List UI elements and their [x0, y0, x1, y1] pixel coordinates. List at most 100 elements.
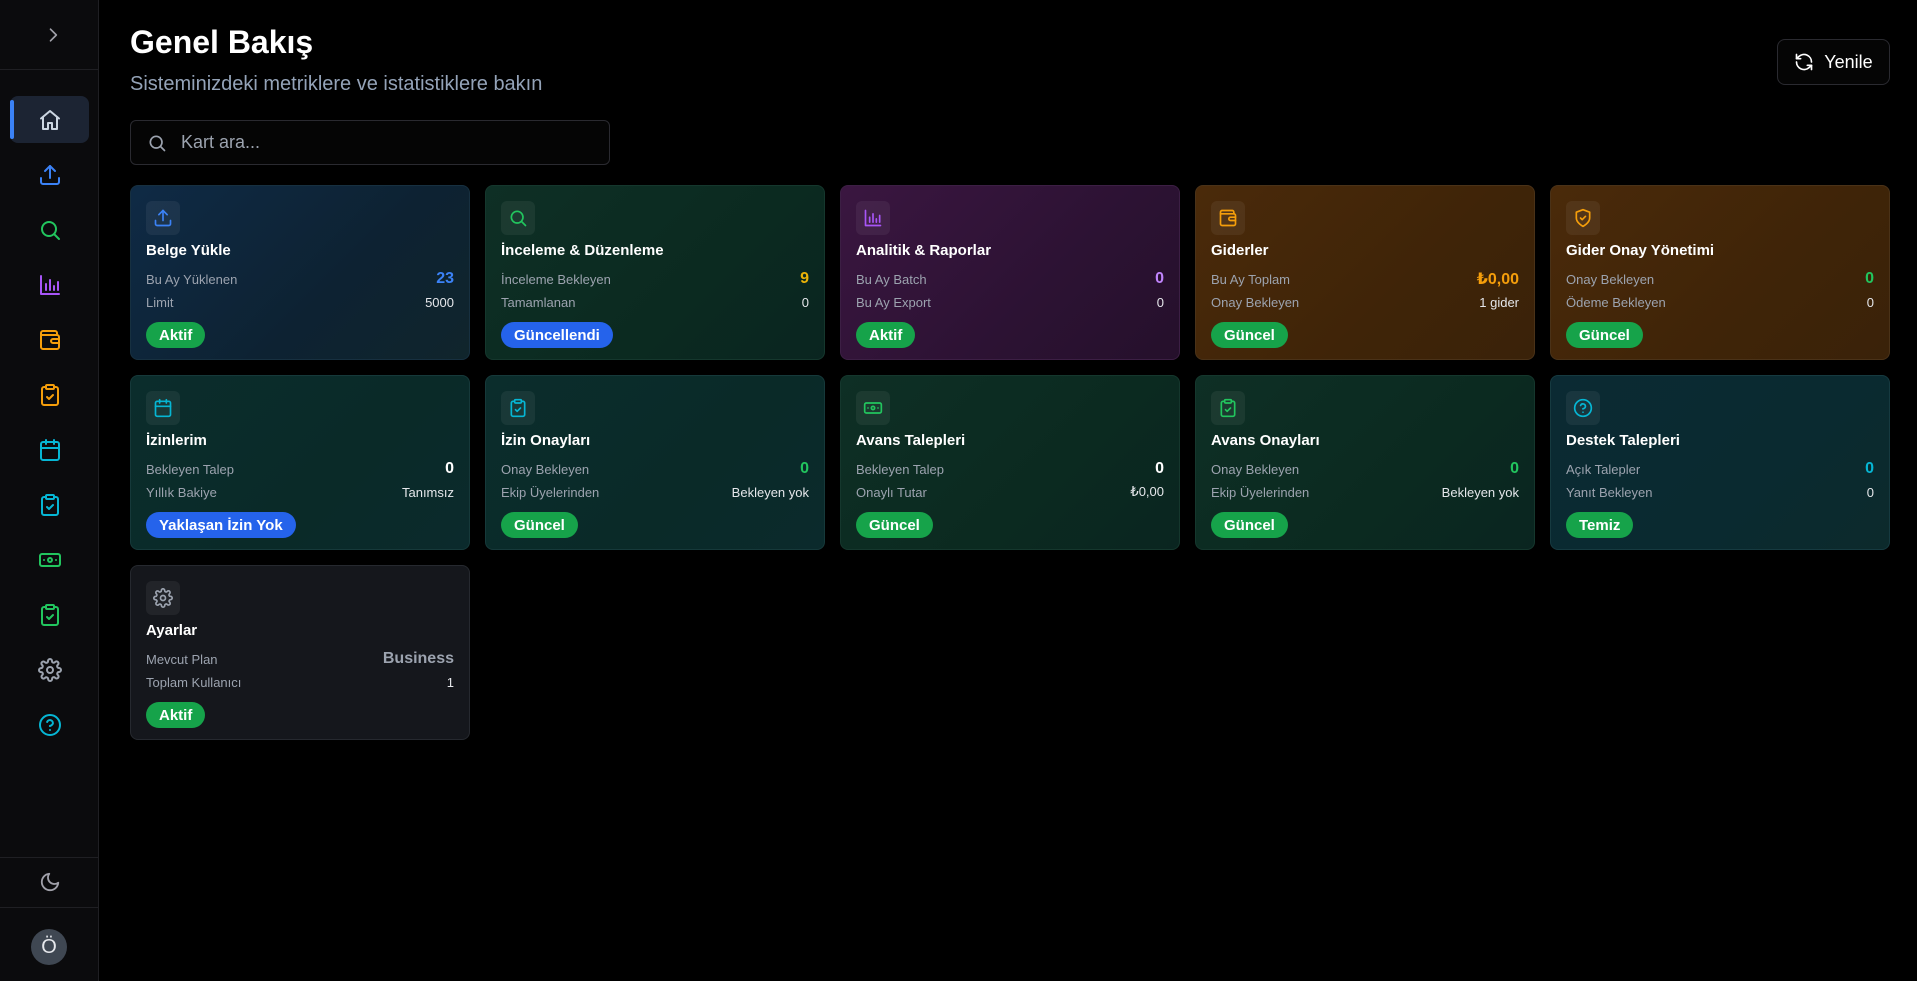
card-stat-value: 0	[1155, 270, 1164, 287]
page-title: Genel Bakış	[130, 24, 314, 60]
card-stat-primary: Bu Ay Batch 0	[856, 268, 1164, 290]
card-stat-secondary: Toplam Kullanıcı 1	[146, 672, 454, 692]
card-stat-value: 0	[1865, 460, 1874, 477]
bar-chart-icon	[39, 274, 60, 295]
shield-check-icon	[1575, 208, 1591, 228]
help-circle-icon	[1573, 398, 1593, 418]
card-stat-label: İnceleme Bekleyen	[501, 271, 611, 287]
card-stat-primary: Bekleyen Talep 0	[146, 458, 454, 480]
card-stat-label: Açık Talepler	[1566, 461, 1641, 477]
card-expense-approval[interactable]: Gider Onay Yönetimi Onay Bekleyen 0 Ödeme B…	[1550, 185, 1890, 360]
moon-icon	[40, 872, 60, 892]
card-stat-secondary: Yanıt Bekleyen 0	[1566, 482, 1874, 502]
card-advances[interactable]: Avans Talepleri Bekleyen Talep 0 Onaylı Tut…	[840, 375, 1180, 550]
status-badge: Güncel	[856, 512, 933, 538]
card-stat-value: ₺0,00	[1130, 484, 1164, 499]
card-expenses[interactable]: Giderler Bu Ay Toplam ₺0,00 Onay Bekleyen 1 …	[1195, 185, 1535, 360]
card-stat-label: Onaylı Tutar	[856, 484, 927, 500]
help-circle-icon	[38, 713, 61, 736]
card-review[interactable]: İnceleme & Düzenleme İnceleme Bekleyen 9 Ta…	[485, 185, 825, 360]
card-stat-label: Bu Ay Export	[856, 294, 931, 310]
avatar[interactable]: Ö	[31, 929, 67, 965]
card-stat-secondary: Onay Bekleyen 1 gider	[1211, 292, 1519, 312]
card-settings[interactable]: Ayarlar Mevcut Plan Business Toplam Kullanı…	[130, 565, 470, 740]
card-upload[interactable]: Belge Yükle Bu Ay Yüklenen 23 Limit 5000 Akti…	[130, 185, 470, 360]
card-title: Ayarlar	[146, 622, 198, 639]
refresh-icon	[1795, 53, 1813, 71]
card-stat-value: 0	[1866, 294, 1874, 310]
clipboard-check-icon	[40, 493, 59, 516]
card-stat-value: 0	[445, 460, 454, 477]
card-support[interactable]: Destek Talepleri Açık Talepler 0 Yanıt Bekl…	[1550, 375, 1890, 550]
card-stat-label: Toplam Kullanıcı	[146, 674, 242, 690]
sidebar-divider	[0, 857, 98, 858]
card-stat-secondary: Ekip Üyelerinden Bekleyen yok	[501, 482, 809, 502]
card-title: İzin Onayları	[501, 432, 591, 449]
status-badge: Güncel	[501, 512, 578, 538]
sidebar-item-upload[interactable]	[10, 151, 89, 198]
status-badge: Aktif	[146, 702, 206, 728]
clipboard-check-icon	[510, 398, 526, 418]
card-title: Gider Onay Yönetimi	[1566, 242, 1715, 259]
search-input[interactable]	[181, 132, 581, 153]
sidebar-item-settings[interactable]	[10, 646, 89, 693]
card-leave-approvals[interactable]: İzin Onayları Onay Bekleyen 0 Ekip Üyelerin…	[485, 375, 825, 550]
upload-icon	[39, 164, 60, 185]
card-stat-value: 0	[1865, 270, 1874, 287]
card-stat-primary: İnceleme Bekleyen 9	[501, 268, 809, 290]
sidebar-item-advance-approvals[interactable]	[10, 591, 89, 638]
card-stat-primary: Onay Bekleyen 0	[1211, 458, 1519, 480]
card-stat-value: 0	[801, 294, 809, 310]
sidebar-item-home[interactable]	[10, 96, 89, 143]
card-title: Avans Onayları	[1211, 432, 1320, 449]
sidebar-item-advances[interactable]	[10, 536, 89, 583]
card-icon-box	[1566, 201, 1600, 235]
card-stat-secondary: Tamamlanan 0	[501, 292, 809, 312]
card-stat-value: 0	[1156, 294, 1164, 310]
sidebar-item-expense-approvals[interactable]	[10, 371, 89, 418]
sidebar-toggle-button[interactable]	[38, 20, 68, 50]
sidebar-item-analytics[interactable]	[10, 261, 89, 308]
card-advance-approvals[interactable]: Avans Onayları Onay Bekleyen 0 Ekip Üyeleri…	[1195, 375, 1535, 550]
card-title: Destek Talepleri	[1566, 432, 1680, 449]
card-stat-label: Limit	[146, 294, 174, 310]
sidebar-divider	[0, 69, 98, 70]
card-stat-primary: Bekleyen Talep 0	[856, 458, 1164, 480]
card-icon-box	[1211, 391, 1245, 425]
card-stat-label: Yıllık Bakiye	[146, 484, 217, 500]
sidebar-item-expenses[interactable]	[10, 316, 89, 363]
sidebar-item-search[interactable]	[10, 206, 89, 253]
card-icon-box	[501, 201, 535, 235]
card-stat-value: 1	[446, 674, 454, 690]
card-title: Avans Talepleri	[856, 432, 966, 449]
card-stat-label: Yanıt Bekleyen	[1566, 484, 1653, 500]
card-stat-label: Ödeme Bekleyen	[1566, 294, 1666, 310]
card-stat-value: Business	[382, 650, 454, 667]
gear-icon	[153, 588, 173, 608]
card-title: Analitik & Raporlar	[856, 242, 992, 259]
banknote-icon	[38, 552, 61, 567]
card-icon-box	[501, 391, 535, 425]
sidebar-item-leave-approvals[interactable]	[10, 481, 89, 528]
card-stat-primary: Mevcut Plan Business	[146, 648, 454, 670]
card-stat-label: Onay Bekleyen	[1211, 294, 1300, 310]
status-badge: Yaklaşan İzin Yok	[146, 512, 296, 538]
card-icon-box	[1211, 201, 1245, 235]
theme-toggle-button[interactable]	[36, 868, 64, 896]
sidebar: Ö	[0, 0, 99, 981]
refresh-button[interactable]: Yenile	[1777, 39, 1890, 85]
card-stat-value: Tanımsız	[401, 484, 454, 500]
card-stat-primary: Bu Ay Toplam ₺0,00	[1211, 268, 1519, 290]
card-stat-primary: Onay Bekleyen 0	[1566, 268, 1874, 290]
card-stat-value: 0	[800, 460, 809, 477]
card-stat-label: Ekip Üyelerinden	[1211, 484, 1310, 500]
sidebar-divider	[0, 907, 98, 908]
sidebar-item-support[interactable]	[10, 701, 89, 748]
card-stat-value: Bekleyen yok	[731, 484, 809, 500]
card-search	[130, 120, 610, 165]
sidebar-item-leaves[interactable]	[10, 426, 89, 473]
card-analytics[interactable]: Analitik & Raporlar Bu Ay Batch 0 Bu Ay Exp…	[840, 185, 1180, 360]
search-icon	[149, 135, 166, 151]
card-leaves[interactable]: İzinlerim Bekleyen Talep 0 Yıllık Bakiye Tan…	[130, 375, 470, 550]
card-stat-primary: Açık Talepler 0	[1566, 458, 1874, 480]
